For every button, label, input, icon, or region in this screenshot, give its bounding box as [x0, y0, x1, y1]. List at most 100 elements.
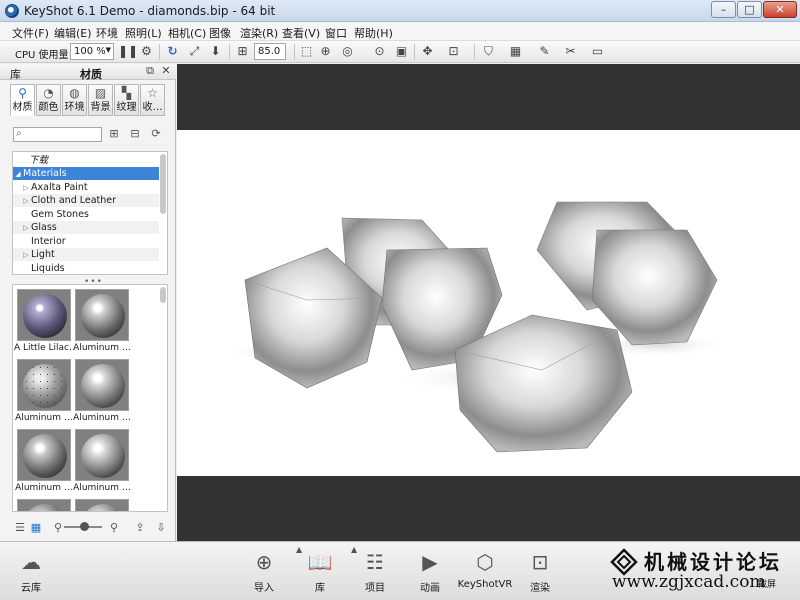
tools-icon[interactable]: ✂ — [563, 44, 578, 59]
menu-environment[interactable]: 环境 — [96, 25, 118, 41]
library-label: 库 — [315, 583, 325, 594]
material-thumbnail[interactable] — [75, 499, 129, 511]
tree-item-liquids[interactable]: Liquids — [13, 262, 159, 274]
cloud-icon: ☁ — [21, 550, 41, 574]
presentation-icon[interactable]: ▦ — [508, 44, 523, 59]
project-label: 项目 — [365, 583, 385, 594]
thumbnail-scrollbar[interactable] — [160, 287, 166, 303]
tree-item-materials[interactable]: ◢ Materials — [13, 167, 159, 180]
tab-backgrounds[interactable]: ▨ 背景 — [88, 84, 113, 116]
panel-close-icon[interactable]: ✕ — [160, 65, 172, 77]
upload-icon[interactable]: ⇪ — [133, 521, 147, 535]
project-button[interactable]: ▲ ☷ 项目 — [347, 545, 403, 596]
console-icon[interactable]: ▭ — [590, 44, 605, 59]
menu-window[interactable]: 窗口 — [325, 25, 347, 41]
reset-view-icon[interactable]: ↻ — [165, 44, 180, 59]
palette-icon: ◔ — [43, 86, 54, 100]
library-button[interactable]: ▲ 📖 库 — [292, 545, 348, 596]
material-thumbnail[interactable] — [75, 289, 129, 341]
material-thumbnail[interactable] — [75, 429, 129, 481]
move-tool-icon[interactable]: ✥ — [420, 44, 435, 59]
menu-bar: 文件(F) 编辑(E) 环境 照明(L) 相机(C) 图像 渲染(R) 查看(V… — [0, 22, 800, 41]
tree-scrollbar[interactable] — [160, 154, 166, 214]
tab-label: 收… — [142, 102, 163, 113]
field-of-view-input[interactable]: 85.0 — [254, 43, 286, 60]
material-thumbnail[interactable] — [75, 359, 129, 411]
cpu-usage-value: 100 % — [74, 46, 106, 57]
tree-item-axalta-paint[interactable]: ▷ Axalta Paint — [13, 181, 159, 194]
import-icon: ⊕ — [255, 550, 273, 574]
menu-camera[interactable]: 相机(C) — [168, 25, 206, 41]
menu-render[interactable]: 渲染(R) — [240, 25, 278, 41]
shield-icon[interactable]: ⛉ — [481, 44, 496, 59]
cpu-usage-dropdown[interactable]: 100 % ▼ — [70, 43, 114, 60]
add-folder-icon[interactable]: ⊞ — [107, 127, 121, 141]
grid-view-icon[interactable]: ▦ — [29, 521, 43, 535]
geometry-view-icon[interactable]: ▣ — [394, 44, 409, 59]
refresh-icon[interactable]: ⟳ — [149, 127, 163, 141]
zoom-out-icon[interactable]: ⚲ — [51, 521, 65, 535]
performance-mode-icon[interactable]: ⚙ — [139, 44, 154, 59]
render-viewport[interactable] — [177, 64, 800, 541]
camera-pan-icon[interactable]: ⊕ — [318, 44, 333, 59]
maximize-button[interactable]: □ — [737, 1, 762, 18]
toolbar-separator — [294, 44, 295, 60]
tree-item-interior[interactable]: Interior — [13, 235, 159, 248]
render-button[interactable]: ⊡ 渲染 — [512, 548, 568, 596]
material-name: Aluminum … — [73, 413, 131, 423]
undock-icon[interactable]: ⧉ — [144, 65, 156, 77]
animation-button[interactable]: ▶ 动画 — [402, 548, 458, 596]
tree-item-cloth-leather[interactable]: ▷ Cloth and Leather — [13, 194, 159, 207]
material-thumbnail[interactable] — [17, 289, 71, 341]
toolbar-separator — [229, 44, 230, 60]
camera-dolly-icon[interactable]: ⊙ — [372, 44, 387, 59]
drop-to-ground-icon[interactable]: ⬇ — [208, 44, 223, 59]
menu-image[interactable]: 图像 — [209, 25, 231, 41]
menu-lighting[interactable]: 照明(L) — [125, 25, 162, 41]
material-folder-tree: 下载 ◢ Materials ▷ Axalta Paint ▷ Cloth and L… — [12, 151, 168, 275]
tree-item-downloads[interactable]: 下载 — [13, 154, 159, 167]
title-bar[interactable]: KeyShot 6.1 Demo - diamonds.bip - 64 bit… — [0, 0, 800, 22]
animation-label: 动画 — [420, 583, 440, 594]
cpu-usage-label: CPU 使用量 — [15, 50, 69, 61]
zoom-in-icon[interactable]: ⚲ — [107, 521, 121, 535]
material-thumbnail[interactable] — [17, 499, 71, 511]
close-button[interactable]: ✕ — [763, 1, 797, 18]
keyshotvr-button[interactable]: ⬡ KeyShotVR — [457, 548, 513, 596]
tree-item-glass[interactable]: ▷ Glass — [13, 221, 159, 234]
tab-environments[interactable]: ◍ 环境 — [62, 84, 87, 116]
region-render-icon[interactable]: ⊡ — [446, 44, 461, 59]
tab-favorites[interactable]: ☆ 收… — [140, 84, 165, 116]
render-region-icon[interactable]: ⬚ — [299, 44, 314, 59]
material-preview-sphere — [81, 364, 125, 408]
render-image[interactable] — [177, 130, 800, 476]
menu-view[interactable]: 查看(V) — [282, 25, 320, 41]
cloud-library-button[interactable]: ☁ 云库 — [3, 548, 59, 596]
cube-icon: ⬡ — [476, 550, 494, 574]
import-folder-icon[interactable]: ⊟ — [128, 127, 142, 141]
screenshot-label[interactable]: 截屏 — [758, 577, 776, 590]
import-button[interactable]: ⊕ 导入 — [236, 548, 292, 596]
camera-orbit-icon[interactable]: ◎ — [340, 44, 355, 59]
tab-label: 纹理 — [116, 102, 137, 113]
pause-icon[interactable]: ❚❚ — [118, 44, 138, 59]
minimize-button[interactable]: – — [711, 1, 736, 18]
download-folder-icon[interactable]: ⇩ — [154, 521, 168, 535]
scripting-icon[interactable]: ✎ — [537, 44, 552, 59]
tab-textures[interactable]: ▚ 纹理 — [114, 84, 139, 116]
tab-materials[interactable]: ⚲ 材质 — [10, 84, 35, 116]
list-view-icon[interactable]: ☰ — [13, 521, 27, 535]
thumbnail-size-slider-handle[interactable] — [80, 522, 89, 531]
material-thumbnail[interactable] — [17, 359, 71, 411]
material-preview-sphere — [23, 364, 67, 408]
watermark-url: www.zgjxcad.com — [612, 572, 766, 592]
fit-view-icon[interactable]: ⤢ — [187, 44, 202, 59]
menu-file[interactable]: 文件(F) — [12, 25, 49, 41]
menu-edit[interactable]: 编辑(E) — [54, 25, 92, 41]
material-thumbnail[interactable] — [17, 429, 71, 481]
library-search-input[interactable]: ⌕ — [13, 127, 102, 142]
tab-colors[interactable]: ◔ 颜色 — [36, 84, 61, 116]
tree-item-gem-stones[interactable]: Gem Stones — [13, 208, 159, 221]
tree-item-light[interactable]: ▷ Light — [13, 248, 159, 261]
menu-help[interactable]: 帮助(H) — [354, 25, 393, 41]
